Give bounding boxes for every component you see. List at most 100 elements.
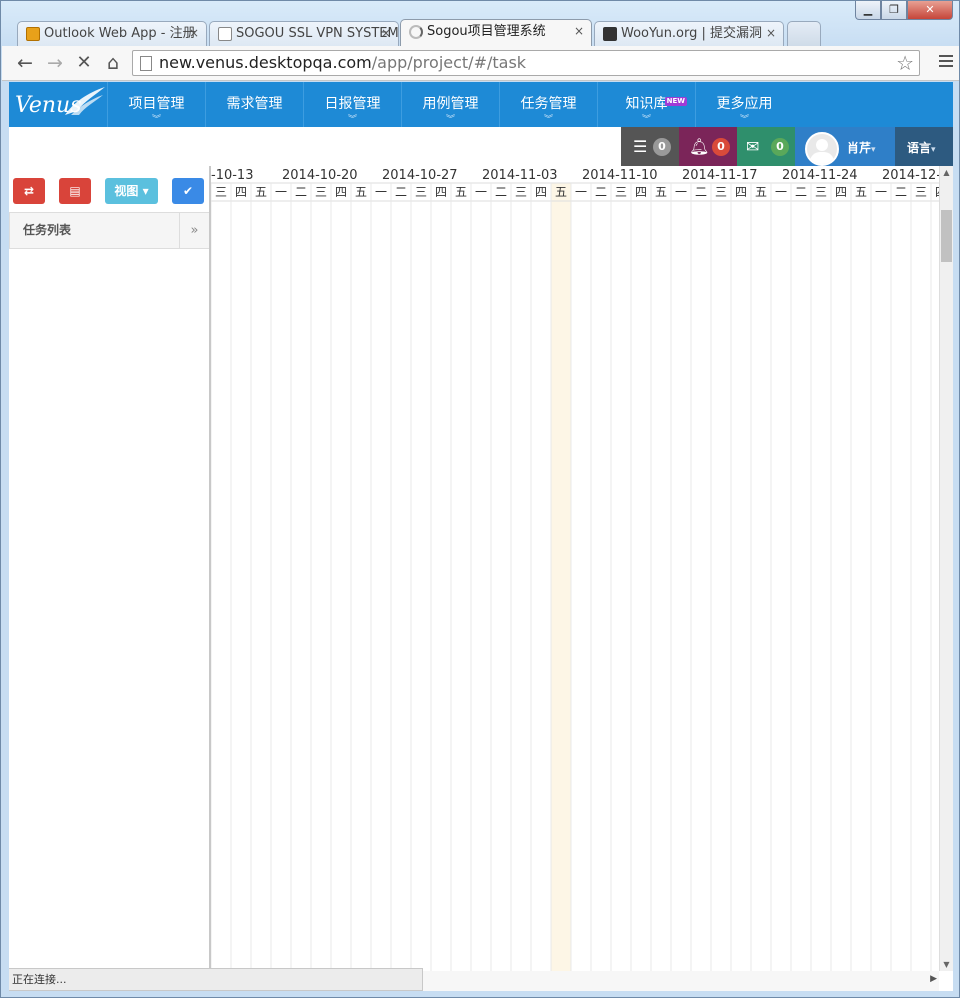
tab-strip: Outlook Web App - 注册 × SOGOU SSL VPN SYS… — [9, 19, 839, 46]
nav-item-label: 项目管理 — [128, 96, 185, 112]
nav-item-5[interactable]: 任务管理 ︾ — [499, 82, 597, 127]
swap-button[interactable]: ⇄ — [13, 178, 45, 204]
scroll-right-icon[interactable]: ▶ — [930, 974, 937, 984]
envelope-icon: ✉ — [746, 137, 760, 156]
day-label: 三 — [415, 185, 427, 199]
nav-item-label: 需求管理 — [226, 96, 283, 112]
day-label: 五 — [555, 185, 567, 199]
day-label: 四 — [535, 185, 547, 199]
day-label: 一 — [675, 185, 687, 199]
top-navigation: Venus 项目管理 ︾ 需求管理 日报管理 ︾ 用例管理 ︾ 任务管理 ︾ 知识库 NEW ︾ 更多应… — [9, 82, 953, 127]
chevron-down-icon: ︾ — [641, 115, 651, 125]
day-label: 五 — [755, 185, 767, 199]
day-label: 四 — [735, 185, 747, 199]
tab-close-icon[interactable]: × — [189, 22, 199, 45]
nav-item-label: 任务管理 — [520, 96, 577, 112]
url-text[interactable]: new.venus.desktopqa.com/app/project/#/ta… — [159, 53, 526, 73]
folder-button[interactable]: ▤ — [59, 178, 91, 204]
browser-window: ▁ ❐ ✕ Outlook Web App - 注册 × SOGOU SSL V… — [0, 0, 960, 998]
day-label: 五 — [255, 185, 267, 199]
folder-icon: ▤ — [69, 184, 81, 198]
language-label: 语言▾ — [907, 141, 936, 155]
chevron-down-icon: ︾ — [543, 115, 553, 125]
day-label: 一 — [275, 185, 287, 199]
view-dropdown-button[interactable]: 视图 ▾ — [105, 178, 158, 204]
language-menu[interactable]: 语言▾ — [895, 127, 953, 167]
wooyun-favicon-icon — [603, 27, 617, 41]
day-label: 一 — [575, 185, 587, 199]
minimize-button[interactable]: ▁ — [855, 1, 881, 20]
nav-item-7[interactable]: 更多应用 ︾ — [695, 82, 793, 127]
week-label: 2014-11-03 — [482, 168, 558, 183]
day-label: 二 — [895, 185, 907, 199]
nav-item-3[interactable]: 日报管理 ︾ — [303, 82, 401, 127]
new-badge: NEW — [664, 97, 687, 106]
page-viewport: Venus 项目管理 ︾ 需求管理 日报管理 ︾ 用例管理 ︾ 任务管理 ︾ 知识库 NEW ︾ 更多应… — [9, 82, 953, 991]
week-label: -10-13 — [211, 168, 253, 183]
week-label: 2014-11-10 — [582, 168, 658, 183]
nav-item-2[interactable]: 需求管理 — [205, 82, 303, 127]
tab-close-icon[interactable]: × — [766, 22, 776, 45]
day-label: 二 — [395, 185, 407, 199]
nav-item-6[interactable]: 知识库 NEW ︾ — [597, 82, 695, 127]
new-tab-button[interactable] — [787, 21, 821, 46]
chevron-down-icon: ︾ — [739, 115, 749, 125]
tab-close-icon[interactable]: × — [574, 20, 584, 43]
nav-item-1[interactable]: 项目管理 ︾ — [107, 82, 205, 127]
forward-arrow-icon[interactable]: → — [44, 52, 66, 74]
day-label: 二 — [595, 185, 607, 199]
horizontal-scrollbar[interactable]: ▶ — [423, 971, 939, 991]
day-label: 五 — [655, 185, 667, 199]
nav-item-4[interactable]: 用例管理 ︾ — [401, 82, 499, 127]
swap-arrows-icon: ⇄ — [23, 184, 35, 198]
day-label: 四 — [335, 185, 347, 199]
scroll-up-icon[interactable]: ▲ — [940, 168, 953, 177]
browser-menu-icon[interactable] — [939, 55, 953, 70]
bookmark-star-icon[interactable]: ☆ — [896, 52, 914, 74]
confirm-button[interactable]: ✔ — [172, 178, 204, 204]
tab-vpn[interactable]: SOGOU SSL VPN SYSTEM × — [209, 21, 399, 46]
alerts-indicator[interactable]: 🔔︎ 0 — [679, 127, 737, 167]
gantt-timeline: -10-13 2014-10-20 2014-10-27 2014-11-03 2014… — [211, 166, 941, 991]
day-label: 二 — [695, 185, 707, 199]
status-bar: 正在连接... — [9, 968, 423, 991]
stop-loading-icon[interactable]: ✕ — [73, 52, 95, 74]
scroll-thumb[interactable] — [941, 210, 952, 262]
day-label: 五 — [855, 185, 867, 199]
check-icon: ✔ — [182, 184, 194, 198]
day-label: 二 — [495, 185, 507, 199]
close-window-button[interactable]: ✕ — [907, 1, 953, 20]
tab-sogou-active[interactable]: Sogou项目管理系统 × — [400, 19, 592, 46]
maximize-button[interactable]: ❐ — [881, 1, 907, 20]
mail-indicator[interactable]: ✉ 0 — [737, 127, 795, 167]
gantt-chart: -10-13 2014-10-20 2014-10-27 2014-11-03 2014… — [211, 166, 941, 991]
day-label: 三 — [615, 185, 627, 199]
tasks-list-icon: ☰ — [633, 137, 648, 156]
expand-task-list-button[interactable]: » — [179, 213, 209, 248]
address-bar[interactable]: new.venus.desktopqa.com/app/project/#/ta… — [132, 50, 920, 76]
day-label: 四 — [435, 185, 447, 199]
bell-icon: 🔔︎ — [689, 137, 710, 156]
user-menu[interactable]: 肖芹▾ — [795, 127, 895, 167]
day-label: 一 — [375, 185, 387, 199]
mail-count-badge: 0 — [771, 138, 789, 156]
week-label: 2014-11-24 — [782, 168, 858, 183]
venus-logo[interactable]: Venus — [13, 85, 107, 125]
tasks-indicator[interactable]: ☰ 0 — [621, 127, 679, 167]
nav-item-label: 更多应用 — [716, 96, 773, 112]
day-label: 三 — [715, 185, 727, 199]
avatar — [805, 132, 839, 166]
scroll-down-icon[interactable]: ▼ — [940, 960, 953, 969]
today-column — [551, 183, 571, 991]
week-label: 2014-11-17 — [682, 168, 758, 183]
vertical-scrollbar[interactable]: ▲ ▼ — [939, 166, 953, 971]
tab-wooyun[interactable]: WooYun.org | 提交漏洞 × — [594, 21, 784, 46]
chevron-down-icon: ︾ — [445, 115, 455, 125]
day-label: 一 — [775, 185, 787, 199]
day-label: 三 — [815, 185, 827, 199]
home-icon[interactable]: ⌂ — [102, 52, 124, 74]
tab-outlook[interactable]: Outlook Web App - 注册 × — [17, 21, 207, 46]
back-arrow-icon[interactable]: ← — [14, 52, 36, 74]
chevron-down-icon: ︾ — [151, 115, 161, 125]
tab-close-icon[interactable]: × — [381, 22, 391, 45]
